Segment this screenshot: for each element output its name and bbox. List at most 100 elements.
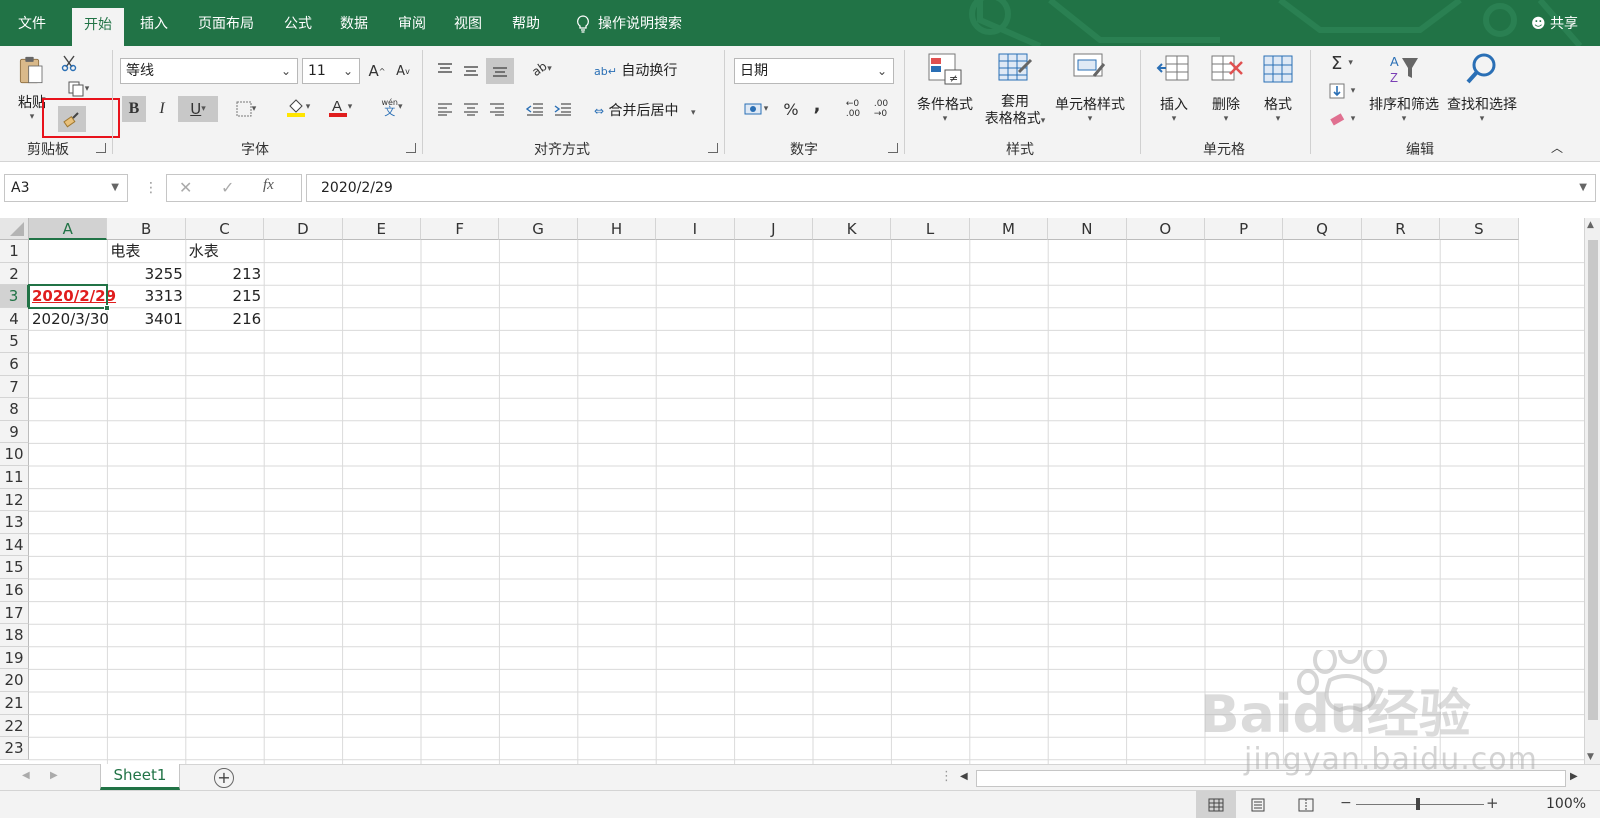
row-header-17[interactable]: 17 — [0, 601, 29, 625]
column-header-d[interactable]: D — [264, 218, 343, 240]
column-header-i[interactable]: I — [656, 218, 735, 240]
phonetic-guide-icon[interactable]: wén 文 ▾ — [372, 96, 412, 118]
conditional-formatting-button[interactable]: ≠ 条件格式 ▾ — [912, 52, 978, 124]
row-header-7[interactable]: 7 — [0, 375, 29, 399]
page-layout-view-icon[interactable] — [1250, 798, 1266, 816]
grow-font-icon[interactable]: A ^ — [366, 60, 388, 82]
scroll-up-icon[interactable]: ▲ — [1587, 220, 1594, 230]
column-header-j[interactable]: J — [734, 218, 813, 240]
scroll-left-icon[interactable]: ◀ — [960, 771, 968, 782]
row-header-11[interactable]: 11 — [0, 466, 29, 489]
delete-cells-button[interactable]: 删除 ▾ — [1204, 52, 1248, 124]
tab-help[interactable]: 帮助 — [500, 7, 552, 41]
comma-style-button[interactable]: , — [806, 94, 828, 116]
select-all-corner[interactable] — [0, 218, 29, 240]
cell-c2[interactable]: 213 — [186, 263, 264, 286]
number-format-select[interactable]: 日期 ⌄ — [734, 58, 894, 84]
tab-home[interactable]: 开始 — [72, 8, 124, 46]
cell-b4[interactable]: 3401 — [107, 308, 185, 331]
row-header-19[interactable]: 19 — [0, 646, 29, 670]
font-color-icon[interactable]: A ▾ — [320, 96, 360, 118]
tab-review[interactable]: 审阅 — [386, 7, 438, 41]
next-sheet-icon[interactable]: ▶ — [50, 770, 58, 781]
find-select-button[interactable]: 查找和选择 ▾ — [1444, 52, 1520, 124]
cell-a4[interactable]: 2020/3/30 — [29, 308, 109, 331]
tab-split-grip[interactable]: ⋮ — [940, 769, 953, 784]
sort-filter-button[interactable]: A Z 排序和筛选 ▾ — [1366, 52, 1442, 124]
row-header-9[interactable]: 9 — [0, 420, 29, 444]
tab-insert[interactable]: 插入 — [128, 7, 180, 41]
row-header-5[interactable]: 5 — [0, 330, 29, 353]
percent-style-button[interactable]: % — [780, 98, 802, 120]
font-launcher[interactable] — [406, 143, 416, 153]
underline-button[interactable]: U ▾ — [178, 96, 218, 122]
row-header-15[interactable]: 15 — [0, 556, 29, 579]
tab-data[interactable]: 数据 — [328, 7, 380, 41]
zoom-slider[interactable] — [1356, 804, 1484, 805]
align-middle-icon[interactable] — [460, 60, 482, 82]
add-sheet-icon[interactable]: + — [214, 768, 234, 788]
align-right-icon[interactable] — [486, 98, 508, 120]
align-bottom-icon[interactable] — [486, 58, 514, 84]
increase-decimal-icon[interactable]: ←0.00 — [842, 98, 864, 120]
autosum-icon[interactable]: Σ ▾ — [1322, 52, 1362, 74]
format-as-table-button[interactable]: 套用 表格格式▾ — [980, 52, 1050, 130]
tab-file[interactable]: 文件 — [6, 7, 58, 41]
column-header-q[interactable]: Q — [1283, 218, 1362, 240]
column-header-c[interactable]: C — [185, 218, 265, 240]
insert-function-icon[interactable]: fx — [263, 177, 274, 194]
chevron-down-icon[interactable]: ▼ — [1579, 175, 1587, 201]
page-break-view-icon[interactable] — [1298, 798, 1314, 816]
italic-button[interactable]: I — [150, 96, 174, 122]
wrap-text-button[interactable]: ab↵ 自动换行 — [594, 60, 677, 80]
increase-indent-icon[interactable] — [552, 98, 574, 120]
prev-sheet-icon[interactable]: ◀ — [22, 770, 30, 781]
tell-me-search[interactable]: 操作说明搜索 — [576, 7, 682, 41]
tab-view[interactable]: 视图 — [442, 7, 494, 41]
cell-styles-button[interactable]: 单元格样式 ▾ — [1050, 52, 1130, 124]
cancel-icon[interactable]: ✕ — [179, 178, 192, 197]
insert-cells-button[interactable]: 插入 ▾ — [1152, 52, 1196, 124]
row-header-16[interactable]: 16 — [0, 579, 29, 602]
bold-button[interactable]: B — [122, 96, 146, 122]
share-button[interactable]: ☻ 共享 — [1531, 7, 1578, 41]
alignment-launcher[interactable] — [708, 143, 718, 153]
fill-color-icon[interactable]: ▾ — [278, 96, 318, 118]
zoom-in-icon[interactable]: + — [1486, 794, 1499, 812]
copy-icon[interactable]: ▾ — [58, 78, 98, 100]
scroll-right-icon[interactable]: ▶ — [1570, 771, 1578, 782]
number-launcher[interactable] — [888, 143, 898, 153]
column-header-e[interactable]: E — [342, 218, 421, 240]
row-header-2[interactable]: 2 — [0, 262, 29, 286]
scroll-down-icon[interactable]: ▼ — [1587, 752, 1594, 762]
column-header-s[interactable]: S — [1440, 218, 1519, 240]
cell-c1[interactable]: 水表 — [186, 240, 264, 263]
align-center-icon[interactable] — [460, 98, 482, 120]
row-header-3[interactable]: 3 — [0, 285, 29, 308]
column-header-h[interactable]: H — [577, 218, 657, 240]
column-header-p[interactable]: P — [1205, 218, 1284, 240]
zoom-level[interactable]: 100% — [1546, 796, 1586, 812]
column-header-g[interactable]: G — [499, 218, 578, 240]
scroll-thumb[interactable] — [1588, 240, 1598, 720]
accounting-format-icon[interactable]: ▾ — [736, 98, 776, 120]
tab-formulas[interactable]: 公式 — [272, 7, 324, 41]
zoom-slider-thumb[interactable] — [1416, 798, 1420, 810]
format-cells-button[interactable]: 格式 ▾ — [1256, 52, 1300, 124]
row-header-21[interactable]: 21 — [0, 692, 29, 715]
cell-c4[interactable]: 216 — [186, 308, 264, 331]
name-box[interactable]: A3 ▼ — [4, 174, 128, 202]
formula-input[interactable]: 2020/2/29 ▼ — [306, 174, 1596, 202]
column-header-b[interactable]: B — [107, 218, 186, 240]
cell-b2[interactable]: 3255 — [107, 263, 185, 286]
decrease-decimal-icon[interactable]: .00 →0 — [870, 98, 892, 120]
tab-page-layout[interactable]: 页面布局 — [186, 7, 266, 41]
enter-check-icon[interactable]: ✓ — [221, 178, 234, 197]
fill-handle[interactable] — [104, 304, 111, 311]
row-header-14[interactable]: 14 — [0, 533, 29, 557]
column-header-f[interactable]: F — [421, 218, 500, 240]
column-header-n[interactable]: N — [1048, 218, 1127, 240]
row-header-10[interactable]: 10 — [0, 443, 29, 466]
cell-c3[interactable]: 215 — [186, 285, 264, 308]
row-header-6[interactable]: 6 — [0, 353, 29, 376]
